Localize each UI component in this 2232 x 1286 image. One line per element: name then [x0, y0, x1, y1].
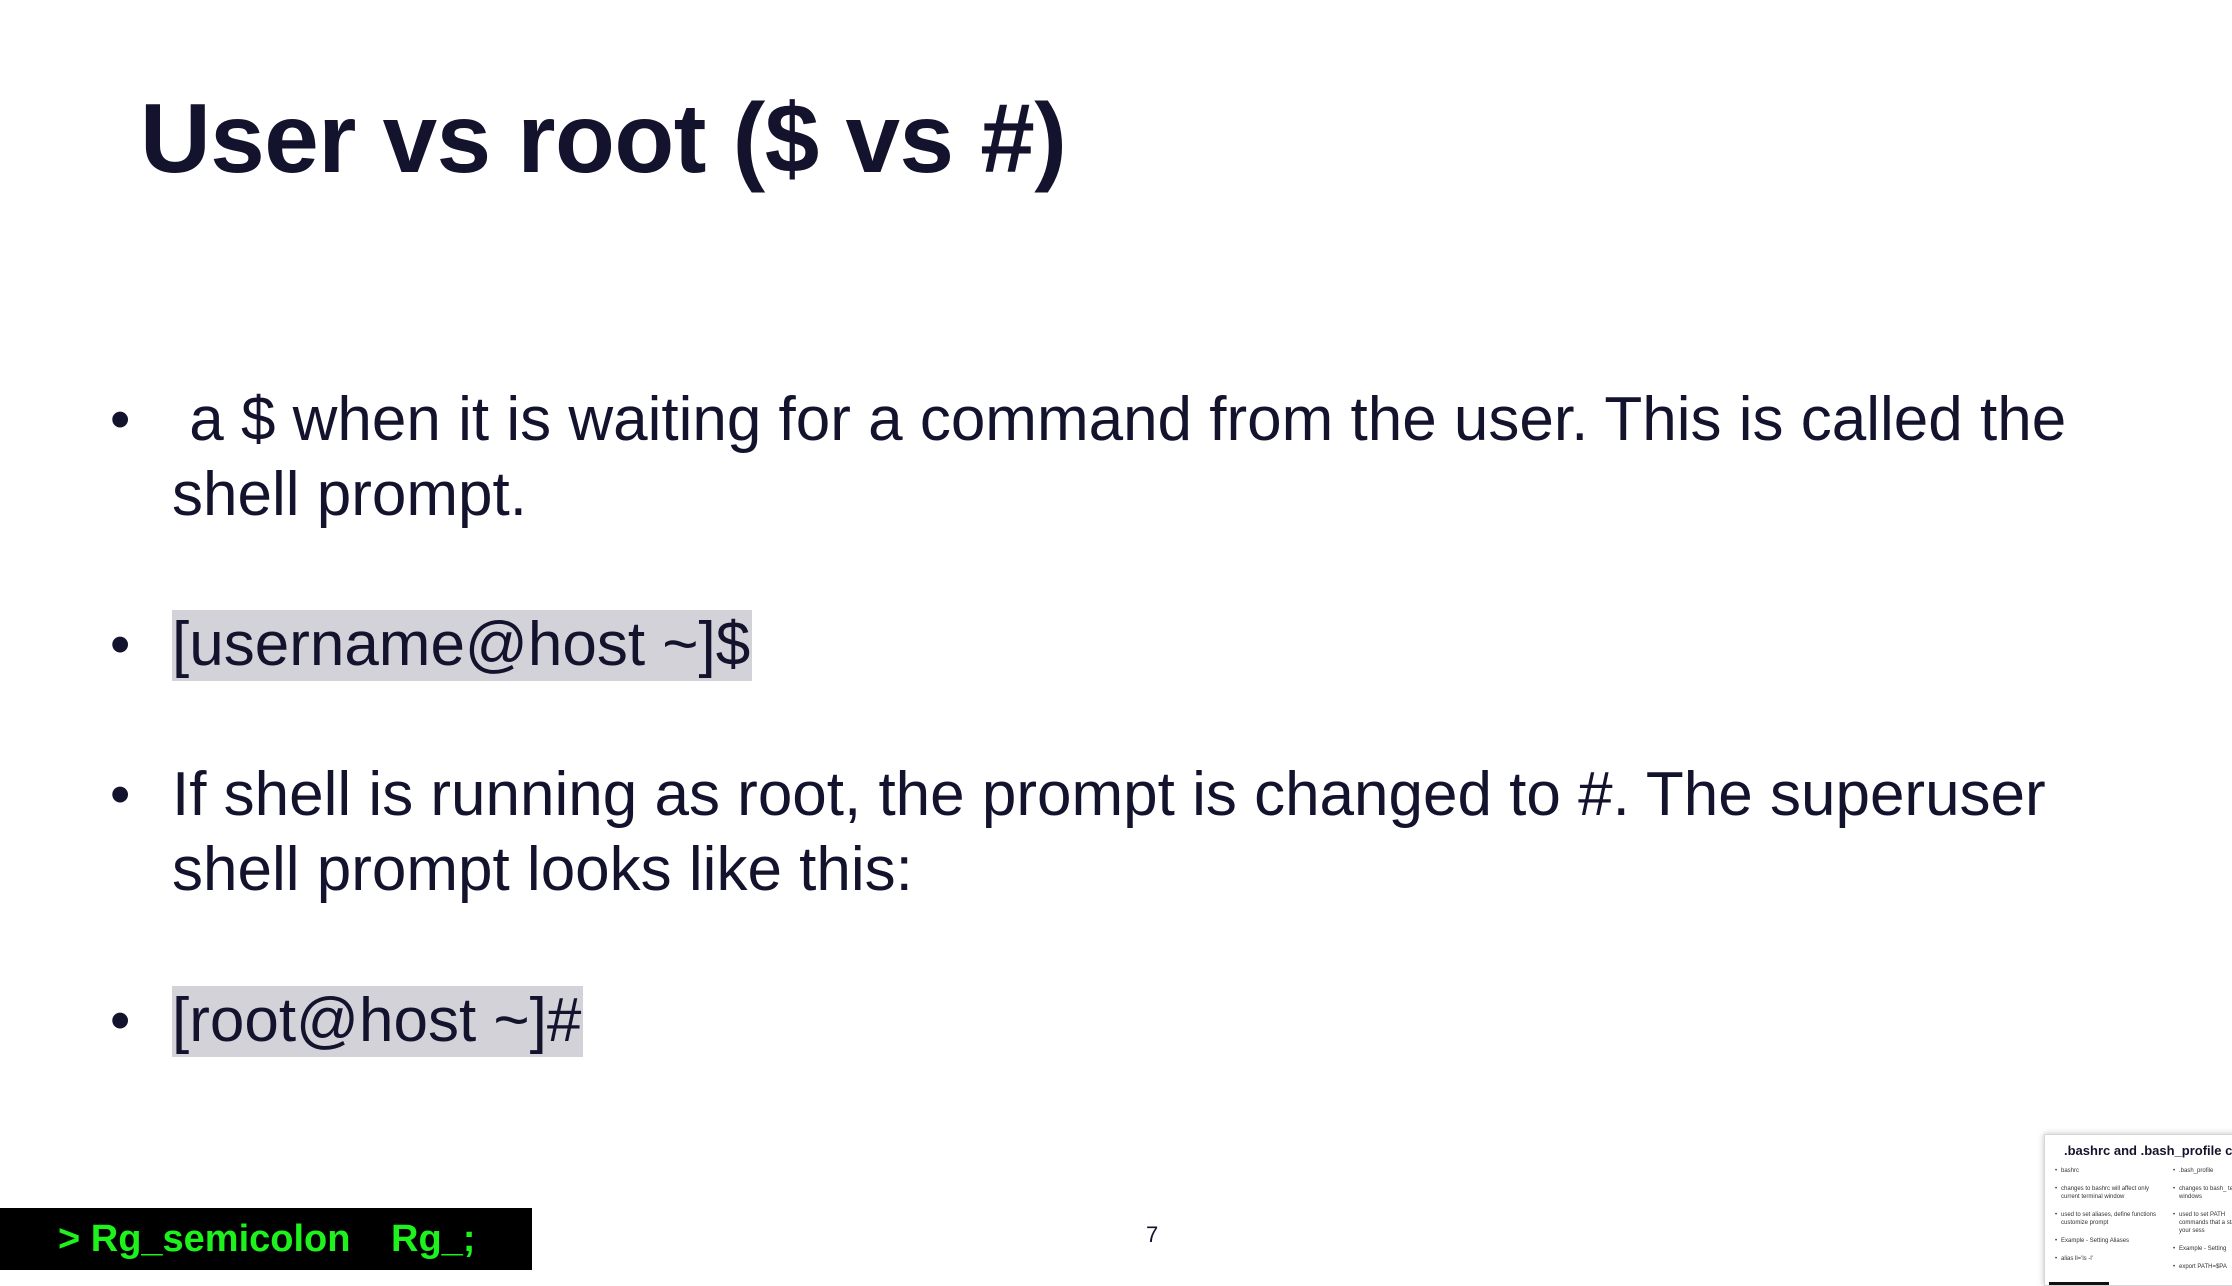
page-number: 7: [1146, 1222, 1159, 1247]
bullet-marker: •: [110, 762, 131, 827]
thumbnail-title: .bashrc and .bash_profile con: [2064, 1143, 2232, 1158]
thumbnail-list-item: changes to bashrc will affect only curre…: [2055, 1185, 2159, 1201]
thumbnail-list-item: alias ll='ls -l': [2055, 1255, 2159, 1263]
bullet-text-container: [username@host ~]$: [172, 607, 2132, 682]
thumbnail-list-item: .bash_profile: [2173, 1167, 2232, 1175]
next-slide-thumbnail[interactable]: .bashrc and .bash_profile con bashrc cha…: [2044, 1134, 2232, 1286]
bullet-marker: •: [110, 988, 131, 1053]
keystroke-status-bar: > Rg_semicolon Rg_;: [0, 1208, 532, 1270]
bullet-text-root-prompt: If shell is running as root, the prompt …: [172, 760, 2046, 904]
root-prompt-example: [root@host ~]#: [172, 986, 584, 1057]
status-command: > Rg_semicolon: [58, 1218, 351, 1260]
thumbnail-right-column: .bash_profile changes to bash_ terminal …: [2173, 1167, 2232, 1281]
bullet-text-shell-prompt: a $ when it is waiting for a command fro…: [172, 385, 2084, 529]
thumbnail-list-item: used to set aliases, define functions cu…: [2055, 1211, 2159, 1227]
thumbnail-list-item: used to set PATH commands that a start o…: [2173, 1211, 2232, 1235]
thumbnail-list-item: Example - Setting Aliases: [2055, 1237, 2159, 1245]
thumbnail-list-item: export PATH=$PA: [2173, 1263, 2232, 1271]
user-prompt-example: [username@host ~]$: [172, 610, 753, 681]
slide-title: User vs root ($ vs #): [140, 83, 1067, 193]
thumbnail-underline: [2049, 1282, 2109, 1285]
thumbnail-list-item: bashrc: [2055, 1167, 2159, 1175]
bullet-marker: •: [110, 612, 131, 677]
thumbnail-list-item: changes to bash_ terminal windows: [2173, 1185, 2232, 1201]
thumbnail-left-column: bashrc changes to bashrc will affect onl…: [2055, 1167, 2159, 1273]
bullet-marker: •: [110, 387, 131, 452]
status-shortcut: Rg_;: [391, 1218, 476, 1260]
bullet-text-container: [root@host ~]#: [172, 983, 2132, 1058]
thumbnail-list-item: Example - Setting: [2173, 1245, 2232, 1253]
